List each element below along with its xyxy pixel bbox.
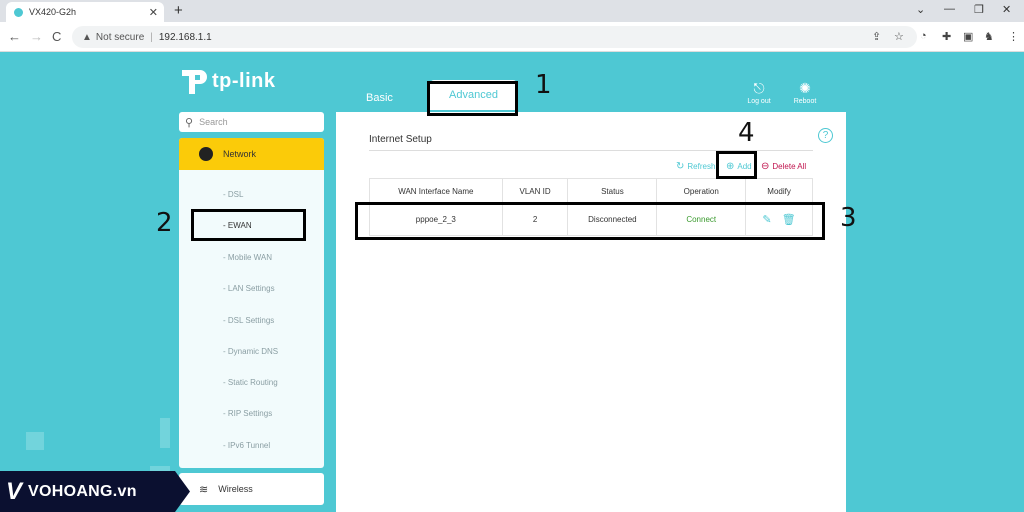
search-placeholder: Search bbox=[199, 117, 228, 127]
back-button[interactable]: ← bbox=[8, 29, 21, 44]
sidebar-item-rip-settings[interactable]: - RIP Settings bbox=[223, 409, 272, 418]
wifi-icon: ≋ bbox=[199, 483, 209, 496]
annotation-box-add bbox=[716, 151, 757, 179]
sidebar-item-static-routing[interactable]: - Static Routing bbox=[223, 378, 278, 387]
sidebar-item-lan-settings[interactable]: - LAN Settings bbox=[223, 284, 275, 293]
url-text: 192.168.1.1 bbox=[158, 31, 212, 43]
new-tab-button[interactable]: + bbox=[174, 2, 183, 19]
reboot-icon: ✺ bbox=[799, 80, 811, 96]
delete-all-label: Delete All bbox=[772, 162, 807, 171]
vohoang-watermark: V VOHOANG.vn bbox=[0, 471, 190, 512]
search-icon: ⚲ bbox=[185, 116, 194, 129]
sidebar-item-dynamic-dns[interactable]: - Dynamic DNS bbox=[223, 347, 278, 356]
logout-label: Log out bbox=[747, 98, 771, 105]
internet-setup-panel: Internet Setup ? ↻ Refresh ⊕ Add ⊖ Delet… bbox=[336, 112, 846, 512]
tplink-logo: tp-link bbox=[178, 66, 276, 96]
sidebar-wireless-label: Wireless bbox=[218, 484, 253, 494]
tab-title: VX420-G2h bbox=[29, 7, 77, 17]
watermark-logo-mark: V bbox=[6, 477, 23, 505]
column-header: Status bbox=[567, 178, 658, 204]
annotation-number: 2 bbox=[156, 208, 173, 238]
extension-icon[interactable]: ◔ bbox=[920, 30, 927, 42]
annotation-number: 4 bbox=[738, 118, 755, 148]
bookmark-star-icon[interactable]: ☆ bbox=[894, 30, 904, 43]
close-tab-icon[interactable]: ✕ bbox=[149, 6, 158, 19]
sidebar-section-label: Network bbox=[223, 149, 257, 159]
tplink-logo-icon bbox=[182, 70, 207, 94]
page-title: Internet Setup bbox=[369, 134, 432, 145]
annotation-number: 3 bbox=[840, 203, 857, 233]
sidebar-item-dsl[interactable]: - DSL bbox=[223, 190, 243, 199]
sidebar-item-dsl-settings[interactable]: - DSL Settings bbox=[223, 316, 274, 325]
refresh-button[interactable]: ↻ Refresh bbox=[676, 161, 715, 172]
reboot-label: Reboot bbox=[793, 98, 817, 105]
restore-button[interactable]: ❐ bbox=[974, 3, 984, 16]
address-bar-row: ← → C ▲ Not secure | 192.168.1.1 ⇪ ☆ ◔ ✚… bbox=[0, 22, 1024, 52]
sidepanel-icon[interactable]: ▣ bbox=[963, 30, 973, 43]
search-input[interactable]: ⚲ Search bbox=[179, 112, 324, 132]
refresh-icon: ↻ bbox=[676, 161, 685, 172]
minimize-button[interactable]: — bbox=[944, 3, 955, 15]
warning-icon: ▲ bbox=[82, 31, 92, 43]
window-close-button[interactable]: ✕ bbox=[1002, 3, 1011, 16]
table-header-row: WAN Interface Name VLAN ID Status Operat… bbox=[369, 178, 813, 204]
tab-basic[interactable]: Basic bbox=[366, 92, 393, 104]
browser-tab-bar: VX420-G2h ✕ + ⌄ — ❐ ✕ bbox=[0, 0, 1024, 22]
sidebar-item-ipv6-tunnel[interactable]: - IPv6 Tunnel bbox=[223, 441, 270, 450]
decor-shape bbox=[160, 418, 170, 448]
watermark-text: VOHOANG.vn bbox=[28, 482, 137, 500]
puzzle-icon[interactable]: ✚ bbox=[942, 30, 951, 43]
decor-shape bbox=[26, 432, 44, 450]
annotation-box-advanced bbox=[427, 81, 518, 116]
sidebar-menu: Network - DSL - EWAN - Mobile WAN - LAN … bbox=[179, 138, 324, 468]
annotation-number: 1 bbox=[535, 70, 552, 100]
menu-kebab-icon[interactable]: ⋮ bbox=[1008, 30, 1019, 43]
refresh-label: Refresh bbox=[687, 162, 716, 171]
help-icon[interactable]: ? bbox=[818, 128, 833, 143]
not-secure-label: Not secure bbox=[95, 31, 145, 43]
sidebar-item-wireless[interactable]: ≋ Wireless bbox=[179, 473, 324, 505]
url-separator: | bbox=[150, 31, 153, 43]
column-header: WAN Interface Name bbox=[369, 178, 503, 204]
sidebar-item-mobile-wan[interactable]: - Mobile WAN bbox=[223, 253, 272, 262]
browser-tab[interactable]: VX420-G2h ✕ bbox=[6, 2, 164, 22]
reboot-button[interactable]: ✺ Reboot bbox=[787, 80, 823, 105]
logout-button[interactable]: ⎋ Log out bbox=[741, 80, 777, 105]
forward-button[interactable]: → bbox=[30, 29, 43, 44]
annotation-box-row bbox=[355, 202, 825, 240]
column-header: VLAN ID bbox=[501, 178, 569, 204]
share-icon[interactable]: ⇪ bbox=[872, 30, 881, 43]
minus-circle-icon: ⊖ bbox=[761, 161, 770, 172]
delete-all-button[interactable]: ⊖ Delete All bbox=[761, 161, 806, 172]
sidebar-item-network[interactable]: Network bbox=[179, 138, 324, 170]
tplink-favicon-icon bbox=[14, 7, 23, 17]
tab-search-icon[interactable]: ⌄ bbox=[916, 3, 925, 16]
column-header: Operation bbox=[656, 178, 747, 204]
annotation-box-ewan bbox=[191, 209, 306, 241]
logout-icon: ⎋ bbox=[753, 80, 765, 96]
profile-avatar-icon[interactable]: ♞ bbox=[984, 30, 994, 43]
url-field[interactable]: ▲ Not secure | 192.168.1.1 bbox=[72, 26, 917, 48]
reload-button[interactable]: C bbox=[52, 29, 61, 44]
globe-icon bbox=[199, 147, 213, 161]
column-header: Modify bbox=[745, 178, 813, 204]
logo-text: tp-link bbox=[212, 69, 276, 92]
